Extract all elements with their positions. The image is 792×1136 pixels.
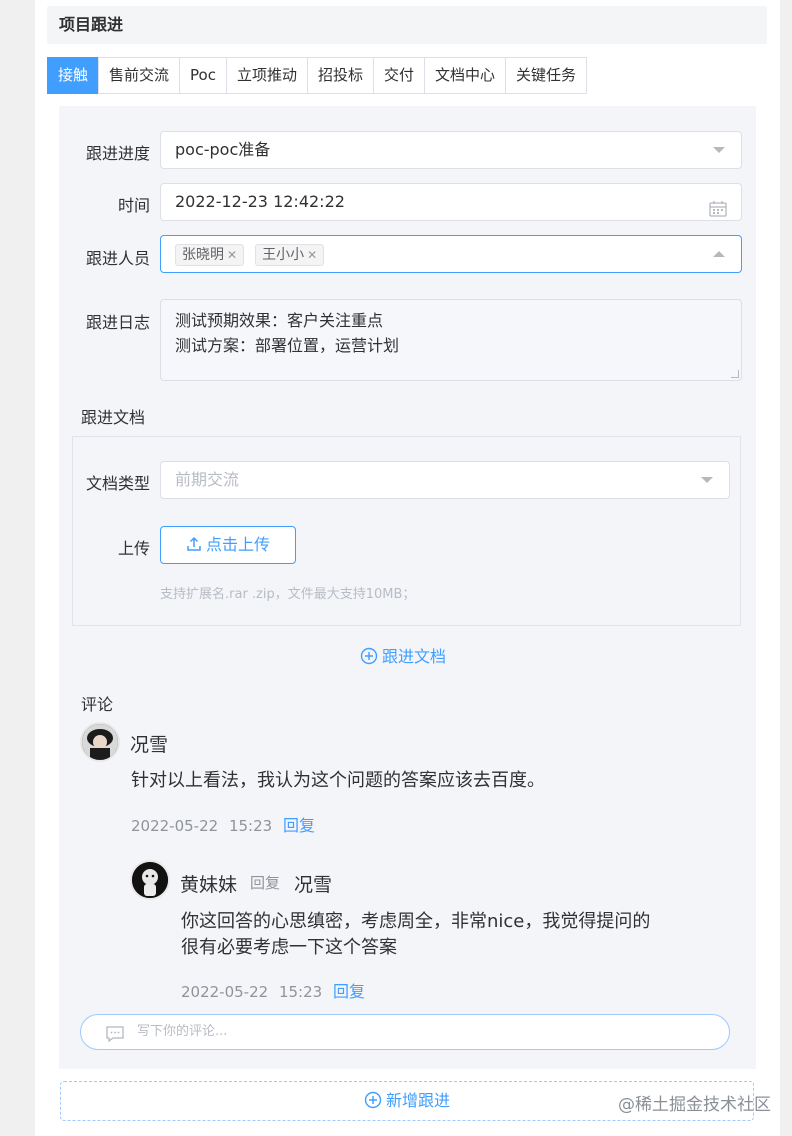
log-label: 跟进日志 — [85, 313, 150, 332]
chevron-up-icon — [713, 251, 725, 257]
reply-meta: 2022-05-22 15:23 回复 — [181, 978, 365, 1002]
person-tag: 张晓明 ✕ — [175, 243, 245, 266]
upload-button-label: 点击上传 — [205, 535, 270, 554]
progress-value: poc-poc准备 — [175, 140, 271, 159]
upload-label: 上传 — [117, 539, 150, 558]
reply-text-line: 你这回答的心思缜密，考虑周全，非常nice，我觉得提问的 — [181, 911, 651, 932]
comment-time: 15:23 — [228, 817, 273, 835]
tab-bidding[interactable]: 招投标 — [306, 57, 374, 94]
tab-contact[interactable]: 接触 — [47, 57, 100, 94]
doc-type-placeholder: 前期交流 — [175, 470, 240, 489]
upload-icon — [186, 529, 202, 565]
doc-type-select[interactable]: 前期交流 — [160, 461, 730, 499]
tab-delivery[interactable]: 交付 — [373, 57, 426, 94]
time-label: 时间 — [117, 196, 150, 215]
reply-author: 黄妹妹 — [180, 874, 238, 896]
time-picker[interactable]: 2022-12-23 12:42:22 — [160, 183, 742, 221]
comments-title: 评论 — [81, 695, 114, 714]
chat-icon — [105, 1023, 125, 1057]
log-textarea[interactable]: 测试预期效果：客户关注重点 测试方案：部署位置，运营计划 — [160, 299, 742, 381]
doc-type-label: 文档类型 — [85, 474, 150, 493]
reply-target: 况雪 — [294, 874, 333, 896]
docs-label: 跟进文档 — [81, 408, 146, 427]
avatar — [130, 860, 170, 900]
reply-date: 2022-05-22 — [181, 983, 269, 1001]
reply-link[interactable]: 回复 — [283, 816, 315, 835]
comment-text: 针对以上看法，我认为这个问题的答案应该去百度。 — [131, 770, 545, 791]
comment-input[interactable]: 写下你的评论... — [80, 1014, 730, 1050]
card-title: 项目跟进 — [47, 6, 767, 44]
tab-presales[interactable]: 售前交流 — [98, 57, 181, 94]
add-doc-link[interactable]: 跟进文档 — [360, 643, 446, 669]
add-doc-label: 跟进文档 — [382, 647, 447, 666]
tab-poc[interactable]: Poc — [179, 57, 227, 94]
upload-button[interactable]: 点击上传 — [160, 526, 296, 564]
progress-select[interactable]: poc-poc准备 — [160, 131, 742, 169]
comment-placeholder: 写下你的评论... — [137, 1024, 228, 1039]
chevron-down-icon — [701, 477, 713, 483]
calendar-icon — [709, 194, 727, 230]
plus-circle-icon — [364, 1085, 382, 1123]
log-line: 测试方案：部署位置，运营计划 — [175, 336, 400, 355]
reply-link[interactable]: 回复 — [333, 982, 365, 1001]
watermark: @稀土掘金技术社区 — [618, 1095, 771, 1115]
reply-text: 你这回答的心思缜密，考虑周全，非常nice，我觉得提问的 很有必要考虑一下这个答… — [181, 909, 650, 961]
tab-project-approval[interactable]: 立项推动 — [225, 57, 308, 94]
reply-time: 15:23 — [278, 983, 323, 1001]
stage-tabs: 接触 售前交流 Poc 立项推动 招投标 交付 文档中心 关键任务 — [47, 57, 588, 94]
comment-meta: 2022-05-22 15:23 回复 — [131, 812, 315, 836]
chevron-down-icon — [713, 147, 725, 153]
upload-hint: 支持扩展名.rar .zip，文件最大支持10MB； — [160, 587, 416, 602]
progress-label: 跟进进度 — [85, 144, 150, 163]
reply-text-line: 很有必要考虑一下这个答案 — [181, 937, 397, 958]
avatar — [80, 722, 120, 762]
people-multiselect[interactable]: 张晓明 ✕ 王小小 ✕ — [160, 235, 742, 273]
tab-key-tasks[interactable]: 关键任务 — [505, 57, 588, 94]
log-line: 测试预期效果：客户关注重点 — [175, 311, 384, 330]
people-label: 跟进人员 — [85, 249, 150, 268]
close-icon[interactable]: ✕ — [307, 248, 317, 262]
comment-author: 况雪 — [130, 734, 169, 756]
plus-circle-icon — [360, 647, 378, 669]
add-followup-label: 新增跟进 — [385, 1091, 450, 1110]
close-icon[interactable]: ✕ — [227, 248, 237, 262]
person-tag: 王小小 ✕ — [255, 243, 325, 266]
resize-handle-icon[interactable] — [731, 370, 739, 378]
tab-doc-center[interactable]: 文档中心 — [424, 57, 507, 94]
reply-word: 回复 — [250, 874, 281, 892]
time-value: 2022-12-23 12:42:22 — [175, 192, 345, 211]
comment-date: 2022-05-22 — [131, 817, 219, 835]
